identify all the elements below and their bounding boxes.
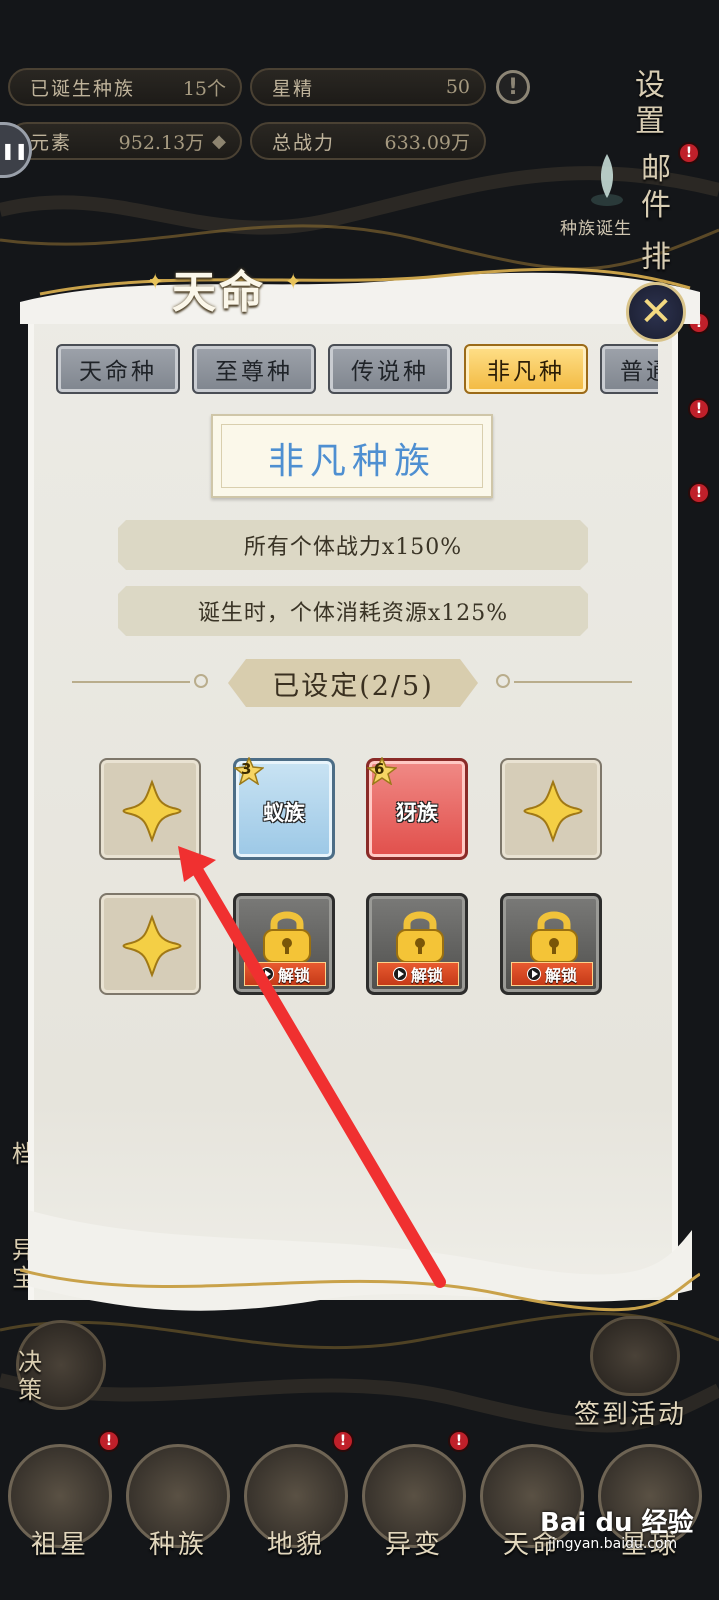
race-birth-icon[interactable] <box>590 150 624 210</box>
tab-label: 非凡种 <box>487 359 565 385</box>
decision-button[interactable]: 决策 <box>18 1348 46 1404</box>
add-icon <box>122 779 182 843</box>
stat-races-born: 已诞生种族 15个 <box>8 68 242 106</box>
lock-icon <box>263 911 311 963</box>
close-icon: ✕ <box>639 289 673 335</box>
lock-icon <box>530 911 578 963</box>
add-icon <box>122 914 182 978</box>
unlock-button[interactable]: 解锁 <box>377 962 459 986</box>
empty-slot[interactable] <box>99 893 201 995</box>
race-birth-label[interactable]: 种族诞生 <box>560 214 632 239</box>
add-icon <box>523 779 583 843</box>
scroll-top-edge <box>20 267 700 324</box>
divider-knot <box>194 674 208 688</box>
stat-star-essence: 星精 50 <box>250 68 486 106</box>
bonus-power: 所有个体战力x150% <box>118 520 588 570</box>
sign-in-icon[interactable] <box>590 1316 680 1396</box>
locked-slot[interactable]: 解锁 <box>366 893 468 995</box>
notification-dot: ! <box>98 1430 120 1452</box>
divider-knot <box>496 674 510 688</box>
race-slot-ya[interactable]: 6 犽族 <box>366 757 468 860</box>
nav-ancestor-star[interactable]: 祖星 <box>8 1524 112 1561</box>
stat-label: 已诞生种族 <box>30 77 136 100</box>
stat-label: 总战力 <box>272 131 336 154</box>
stat-value: 633.09万 <box>384 131 470 154</box>
stat-total-power: 总战力 633.09万 <box>250 122 486 160</box>
nav-race[interactable]: 种族 <box>126 1524 230 1561</box>
notification-dot: ! <box>678 142 700 164</box>
empty-slot[interactable] <box>99 758 201 860</box>
divider-line <box>72 681 190 683</box>
unlock-button[interactable]: 解锁 <box>244 962 326 986</box>
scroll-bottom-edge <box>20 1210 700 1312</box>
tab-extraordinary[interactable]: 非凡种 <box>464 344 588 394</box>
race-name: 蚁族 <box>263 801 305 825</box>
lock-icon <box>396 911 444 963</box>
info-icon[interactable]: ! <box>496 70 530 104</box>
race-level: 6 <box>374 760 385 778</box>
video-play-icon <box>259 967 274 981</box>
nav-terrain[interactable]: 地貌 <box>244 1524 348 1561</box>
locked-slot[interactable]: 解锁 <box>500 893 602 995</box>
mail-button[interactable]: 邮件 <box>636 152 676 224</box>
stat-label: 星精 <box>272 77 315 100</box>
settings-button[interactable]: 设置 <box>630 68 670 140</box>
tab-fate[interactable]: 天命种 <box>56 344 180 394</box>
tab-bar: 天命种 至尊种 传说种 非凡种 普通 <box>56 344 658 398</box>
title-star-icon: ✦ <box>284 270 303 295</box>
notification-dot: ! <box>332 1430 354 1452</box>
watermark-url: jingyan.baidu.com <box>548 1536 678 1552</box>
divider-line <box>514 681 632 683</box>
notification-dot: ! <box>448 1430 470 1452</box>
tab-label: 至尊种 <box>215 359 293 385</box>
race-title: 非凡种族 <box>267 441 436 482</box>
video-play-icon <box>526 967 541 981</box>
stat-label: 元素 <box>30 131 73 154</box>
tab-legend[interactable]: 传说种 <box>328 344 452 394</box>
tab-supreme[interactable]: 至尊种 <box>192 344 316 394</box>
locked-slot[interactable]: 解锁 <box>233 893 335 995</box>
set-count-label: 已设定(2/5) <box>228 659 478 707</box>
tab-label: 普通 <box>620 359 658 385</box>
notification-dot: ! <box>688 482 710 504</box>
race-name: 犽族 <box>396 801 438 825</box>
unlock-button[interactable]: 解锁 <box>511 962 593 986</box>
empty-slot[interactable] <box>500 758 602 860</box>
close-button[interactable]: ✕ <box>626 282 686 342</box>
unlock-label: 解锁 <box>544 966 577 985</box>
sign-in-activity-button[interactable]: 签到活动 <box>574 1394 686 1431</box>
race-level: 3 <box>241 760 252 778</box>
stat-value: 952.13万 <box>118 131 205 154</box>
bonus-resource: 诞生时，个体消耗资源x125% <box>118 586 588 636</box>
race-slot-ant[interactable]: 3 蚁族 <box>233 757 335 860</box>
dialog-title: 天命 <box>172 267 266 318</box>
video-play-icon <box>392 967 407 981</box>
title-star-icon: ✦ <box>146 270 165 295</box>
stat-elements: 元素 952.13万 ◆ <box>8 122 242 160</box>
unlock-label: 解锁 <box>277 966 310 985</box>
tab-common[interactable]: 普通 <box>600 344 658 394</box>
notification-dot: ! <box>688 398 710 420</box>
unlock-label: 解锁 <box>410 966 443 985</box>
pause-icon: ❚❚ <box>1 140 28 160</box>
nav-mutation[interactable]: 异变 <box>362 1524 466 1561</box>
droplet-icon: ◆ <box>212 130 226 152</box>
watermark-logo: Bai du 经验 <box>540 1508 694 1538</box>
tab-label: 传说种 <box>351 359 429 385</box>
stat-value: 15个 <box>182 77 226 100</box>
tab-label: 天命种 <box>79 359 157 385</box>
stat-value: 50 <box>445 76 470 98</box>
